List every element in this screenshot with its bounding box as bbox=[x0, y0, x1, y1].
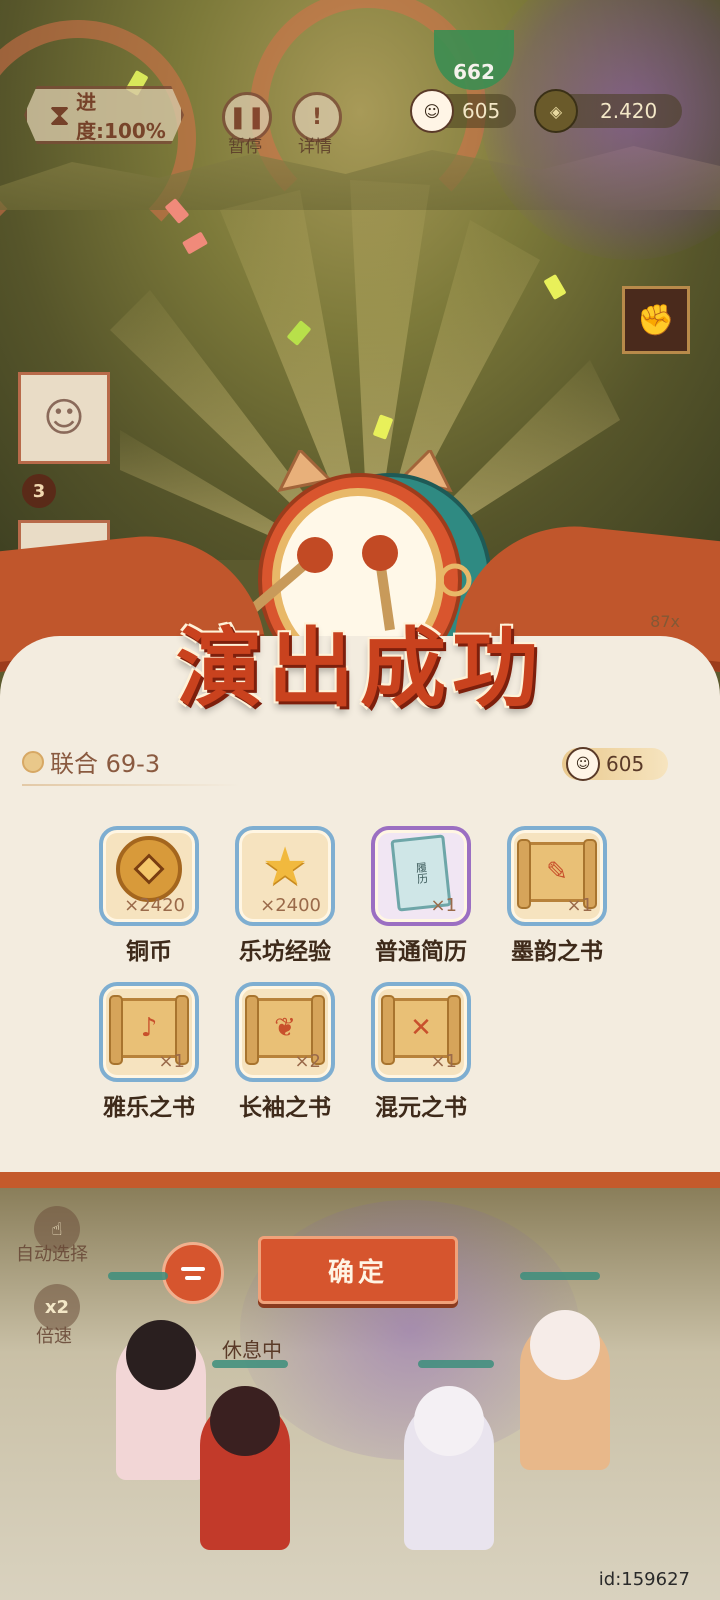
character-sprite[interactable] bbox=[520, 1310, 610, 1470]
rest-status-label: 休息中 bbox=[222, 1338, 282, 1362]
character-sprite[interactable] bbox=[200, 1386, 290, 1550]
health-bar bbox=[108, 1272, 168, 1280]
progress-text: 进度:100% bbox=[76, 90, 166, 143]
face-icon: ☺ bbox=[410, 89, 454, 133]
reward-name: 墨韵之书 bbox=[511, 939, 603, 965]
book-text: 履历 bbox=[413, 861, 430, 885]
reward-item-box[interactable]: ❦ ×2 bbox=[235, 982, 335, 1082]
character-head bbox=[210, 1386, 280, 1456]
reward-name: 雅乐之书 bbox=[103, 1095, 195, 1121]
reward-item[interactable]: ★ ×2400 乐坊经验 bbox=[230, 826, 340, 966]
reward-item[interactable]: ✕ ×1 混元之书 bbox=[366, 982, 476, 1122]
pause-icon: ❚❚ bbox=[228, 104, 266, 130]
details-label: 详情 bbox=[298, 137, 332, 157]
reward-item-box[interactable]: 履历 ×1 bbox=[371, 826, 471, 926]
confirm-button[interactable]: 确定 bbox=[258, 1236, 458, 1304]
reward-item[interactable]: ♪ ×1 雅乐之书 bbox=[94, 982, 204, 1122]
copper-coin-icon: ◈ bbox=[534, 89, 578, 133]
reward-qty: ×2400 bbox=[260, 895, 321, 916]
reward-item[interactable]: ✎ ×1 墨韵之书 bbox=[502, 826, 612, 966]
reward-item[interactable]: 履历 ×1 普通简历 bbox=[366, 826, 476, 966]
power-fist-button[interactable]: ✊ bbox=[622, 286, 690, 354]
auto-select-label: 自动选择 bbox=[16, 1244, 88, 1265]
character-head bbox=[414, 1386, 484, 1456]
speed-label: 倍速 bbox=[36, 1326, 72, 1347]
stage-label: 联合 69-3 bbox=[22, 744, 160, 779]
reward-qty: ×1 bbox=[566, 895, 593, 916]
hand-icon: ☝ bbox=[51, 1218, 63, 1240]
reward-item-box[interactable]: ×2420 bbox=[99, 826, 199, 926]
reward-item-box[interactable]: ★ ×2400 bbox=[235, 826, 335, 926]
brush-scroll-icon: ✎ bbox=[517, 839, 597, 909]
character-sprite[interactable] bbox=[116, 1320, 206, 1480]
reward-qty: ×1 bbox=[430, 895, 457, 916]
fans-reward-value: 605 bbox=[606, 752, 645, 776]
face-icon: ☺ bbox=[566, 747, 600, 781]
reward-item[interactable]: ×2420 铜币 bbox=[94, 826, 204, 966]
avatar: ☺ bbox=[43, 395, 85, 441]
panel-border bbox=[0, 1172, 720, 1188]
hourglass-icon: ⧗ bbox=[49, 97, 71, 133]
character-sprite[interactable] bbox=[404, 1386, 494, 1550]
menu-line-icon bbox=[185, 1275, 201, 1280]
reward-item-box[interactable]: ✕ ×1 bbox=[371, 982, 471, 1082]
music-scroll-icon: ♪ bbox=[109, 995, 189, 1065]
health-bar bbox=[418, 1360, 494, 1368]
reward-name: 普通简历 bbox=[375, 939, 467, 965]
sleeve-scroll-icon: ❦ bbox=[245, 995, 325, 1065]
cross-scroll-icon: ✕ bbox=[381, 995, 461, 1065]
reward-qty: ×1 bbox=[430, 1051, 457, 1072]
location-pin-icon bbox=[22, 750, 44, 773]
fans-count: 605 bbox=[462, 99, 501, 123]
level-badge: 3 bbox=[22, 474, 56, 508]
reward-name: 长袖之书 bbox=[239, 1095, 331, 1121]
pause-label: 暂停 bbox=[228, 137, 262, 157]
exclamation-icon: ! bbox=[311, 104, 323, 130]
reward-item[interactable]: ❦ ×2 长袖之书 bbox=[230, 982, 340, 1122]
reward-qty: ×2420 bbox=[124, 895, 185, 916]
fist-icon: ✊ bbox=[637, 302, 675, 338]
reward-item-box[interactable]: ♪ ×1 bbox=[99, 982, 199, 1082]
reward-item-box[interactable]: ✎ ×1 bbox=[507, 826, 607, 926]
copper-coin-icon bbox=[116, 836, 182, 902]
progress-indicator: ⧗ 进度:100% bbox=[24, 86, 184, 144]
reward-name: 混元之书 bbox=[375, 1095, 467, 1121]
menu-button[interactable] bbox=[162, 1242, 224, 1304]
health-bar bbox=[520, 1272, 600, 1280]
score-text: 662 bbox=[453, 60, 495, 84]
user-id-label: id:159627 bbox=[598, 1569, 690, 1590]
reward-qty: ×1 bbox=[158, 1051, 185, 1072]
star-icon: ★ bbox=[261, 837, 309, 897]
character-portrait[interactable]: ☺ bbox=[18, 372, 110, 464]
coins-counter: ◈ 2.420 bbox=[534, 89, 682, 133]
fans-reward: ☺ 605 bbox=[562, 747, 668, 781]
reward-name: 乐坊经验 bbox=[239, 939, 331, 965]
stage-name: 联合 69-3 bbox=[50, 750, 161, 778]
reward-qty: ×2 bbox=[294, 1051, 321, 1072]
confirm-label: 确定 bbox=[327, 1257, 388, 1288]
menu-line-icon bbox=[181, 1266, 205, 1271]
page-title: 演出成功 bbox=[176, 618, 544, 719]
coins-count: 2.420 bbox=[600, 99, 658, 123]
speed-icon: x2 bbox=[44, 1296, 70, 1318]
reward-name: 铜币 bbox=[126, 939, 172, 965]
stage-underline bbox=[22, 784, 240, 786]
character-head bbox=[126, 1320, 196, 1390]
fans-counter: ☺ 605 bbox=[410, 89, 516, 133]
character-head bbox=[530, 1310, 600, 1380]
